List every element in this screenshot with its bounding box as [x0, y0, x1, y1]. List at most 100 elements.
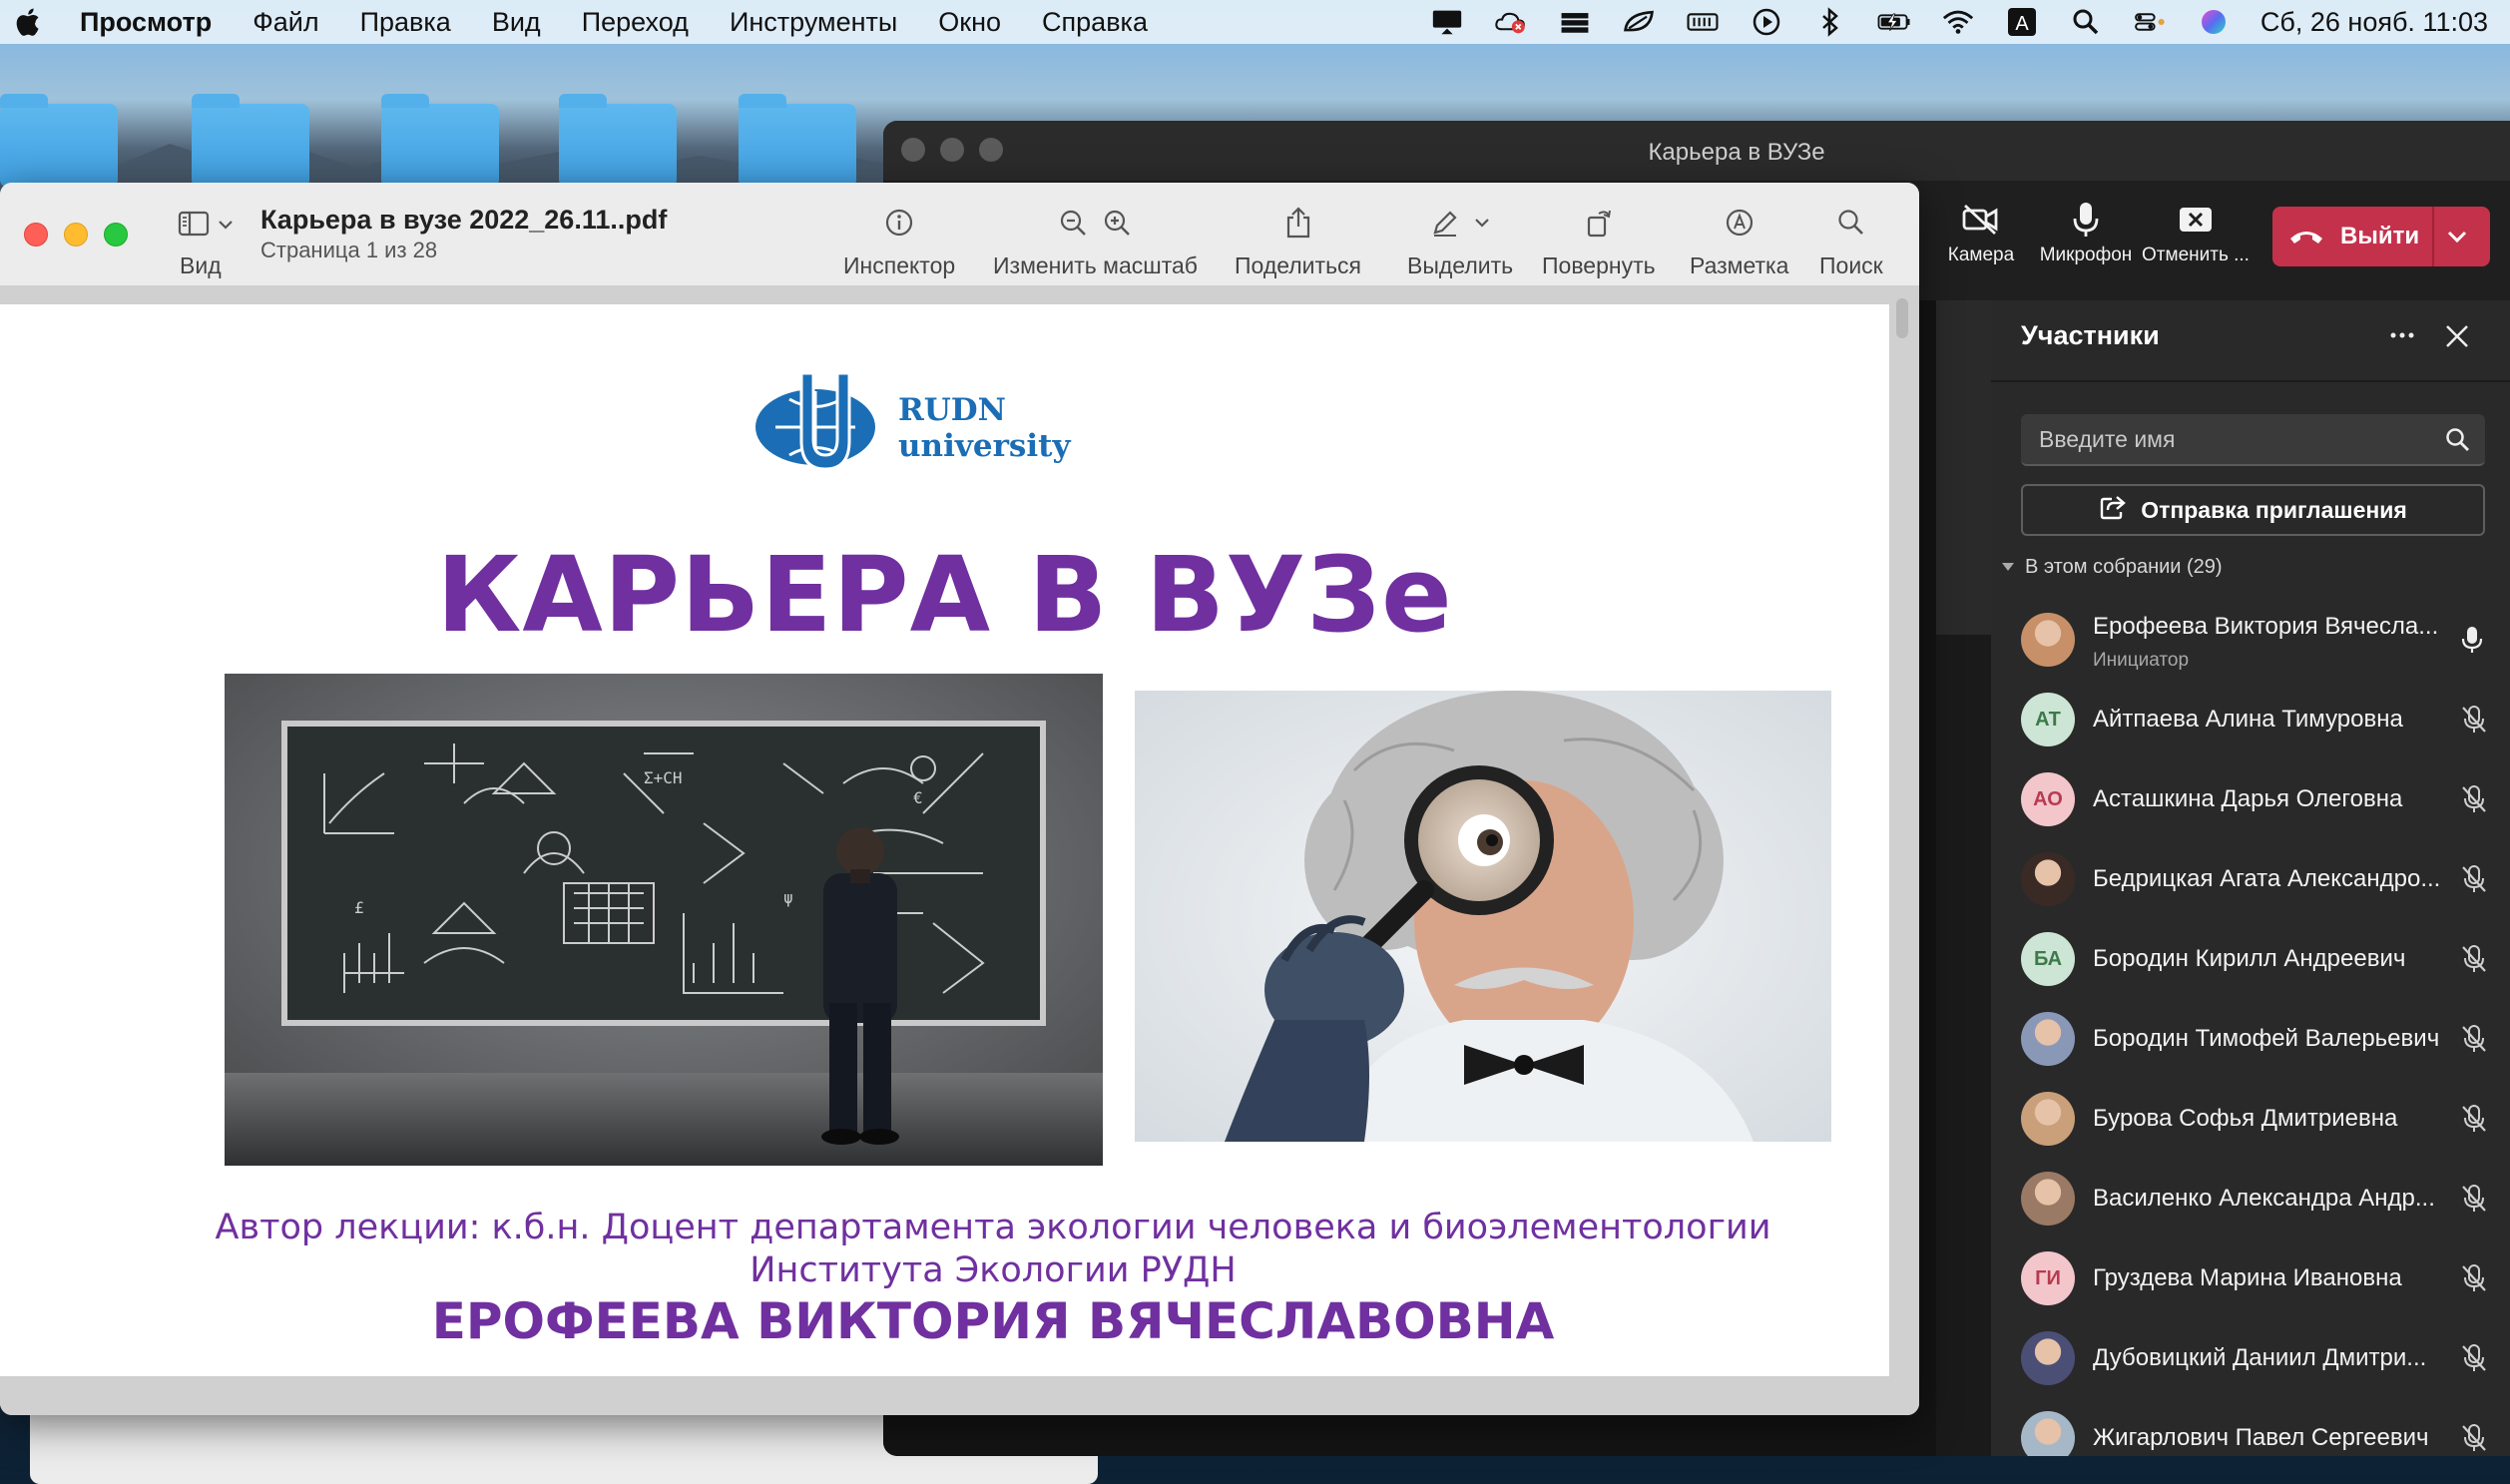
participant-item[interactable]: Василенко Александра Андр... — [1991, 1159, 2510, 1238]
desktop-folder[interactable] — [0, 94, 118, 188]
participant-item[interactable]: ГИ Груздева Марина Ивановна — [1991, 1238, 2510, 1318]
input-source-icon[interactable]: A — [2005, 8, 2039, 36]
avatar: ГИ — [2021, 1251, 2075, 1305]
inspector-button[interactable]: Инспектор — [843, 205, 955, 279]
camera-button[interactable]: Камера — [1926, 201, 2036, 266]
microphone-muted-icon — [2460, 1343, 2488, 1378]
camera-off-icon — [1961, 202, 2001, 244]
menu-window[interactable]: Окно — [938, 7, 1001, 38]
info-icon — [884, 208, 914, 243]
siri-icon[interactable] — [2197, 8, 2231, 36]
participant-item[interactable]: АО Асташкина Дарья Олеговна — [1991, 759, 2510, 839]
desktop-folder[interactable] — [739, 94, 856, 188]
participant-item[interactable]: БА Бородин Кирилл Андреевич — [1991, 919, 2510, 999]
menu-bar: Просмотр Файл Правка Вид Переход Инструм… — [0, 0, 2510, 44]
document-viewport[interactable]: RUDN university КАРЬЕРА В ВУЗе Σ+CH £ ψ … — [0, 286, 1919, 1415]
participant-item[interactable]: АТ Айтпаева Алина Тимуровна — [1991, 680, 2510, 759]
participant-name: Дубовицкий Даниил Дмитри... — [2093, 1344, 2427, 1371]
stop-sharing-label: Отменить ... — [2142, 245, 2250, 265]
caret-down-icon — [2001, 556, 2015, 579]
cloud-error-icon[interactable] — [1494, 8, 1528, 36]
send-invite-button[interactable]: Отправка приглашения — [2021, 484, 2485, 536]
participant-item[interactable]: Бурова Софья Дмитриевна — [1991, 1079, 2510, 1159]
window-zoom-button[interactable] — [104, 223, 128, 247]
microphone-button[interactable]: Микрофон — [2031, 201, 2141, 266]
scrollbar-thumb[interactable] — [1896, 298, 1908, 338]
avatar — [2021, 852, 2075, 906]
highlight-button[interactable]: Выделить — [1407, 205, 1513, 279]
participant-name: Груздева Марина Ивановна — [2093, 1264, 2402, 1291]
menu-edit[interactable]: Правка — [360, 7, 451, 38]
stop-share-icon — [2178, 204, 2214, 242]
stack-icon[interactable] — [1558, 8, 1592, 36]
memory-icon[interactable] — [1686, 8, 1720, 36]
author-line-2: Института Экологии РУДН — [750, 1250, 1237, 1290]
desktop-folder[interactable] — [559, 94, 677, 188]
participant-name: Ерофеева Виктория Вячесла... — [2093, 613, 2439, 640]
control-center-icon[interactable] — [2133, 8, 2167, 36]
rudn-logo — [755, 371, 875, 471]
participant-role: Инициатор — [2093, 650, 2190, 671]
document-title: Карьера в вузе 2022_26.11..pdf — [260, 205, 668, 235]
panel-divider — [1991, 380, 2510, 382]
zoom-in-icon[interactable] — [1102, 208, 1132, 243]
share-button[interactable]: Поделиться — [1235, 205, 1361, 279]
desktop-folder[interactable] — [192, 94, 309, 188]
menu-view[interactable]: Вид — [492, 7, 541, 38]
stop-sharing-button[interactable]: Отменить ... — [2131, 201, 2260, 266]
search-button[interactable]: Поиск — [1819, 205, 1883, 279]
participant-item[interactable]: Бородин Тимофей Валерьевич — [1991, 999, 2510, 1079]
play-icon[interactable] — [1750, 8, 1783, 36]
menu-app-name[interactable]: Просмотр — [80, 7, 212, 38]
leave-meeting-button[interactable]: Выйти — [2272, 207, 2490, 266]
leave-label: Выйти — [2340, 223, 2420, 249]
svg-text:€: € — [913, 788, 923, 807]
menu-go[interactable]: Переход — [582, 7, 689, 38]
battery-icon[interactable] — [1877, 8, 1911, 36]
rotate-button[interactable]: Повернуть — [1542, 205, 1656, 279]
zoom-out-icon[interactable] — [1058, 208, 1088, 243]
participant-item[interactable]: Жигарлович Павел Сергеевич — [1991, 1398, 2510, 1456]
participant-name: Асташкина Дарья Олеговна — [2093, 785, 2403, 812]
window-minimize-button[interactable] — [64, 223, 88, 247]
search-icon[interactable] — [2445, 427, 2471, 458]
markup-icon — [1725, 208, 1755, 243]
desktop-folder[interactable] — [381, 94, 499, 188]
screen-share-icon[interactable] — [1430, 8, 1464, 36]
menu-file[interactable]: Файл — [252, 7, 318, 38]
participant-item[interactable]: Бедрицкая Агата Александро... — [1991, 839, 2510, 919]
window-close-button[interactable] — [24, 223, 48, 247]
chevron-down-icon[interactable] — [1474, 216, 1490, 234]
participant-search-input[interactable] — [2021, 414, 2420, 464]
close-icon[interactable] — [2443, 322, 2471, 355]
bluetooth-icon[interactable] — [1813, 7, 1847, 37]
participant-item[interactable]: Дубовицкий Даниил Дмитри... — [1991, 1318, 2510, 1398]
participant-name: Жигарлович Павел Сергеевич — [2093, 1424, 2429, 1451]
microphone-muted-icon — [2460, 1104, 2488, 1139]
search-icon — [1836, 208, 1866, 243]
sidebar-view-button[interactable] — [178, 211, 234, 242]
menu-clock[interactable]: Сб, 26 нояб. 11:03 — [2260, 7, 2488, 38]
participant-item[interactable]: Ерофеева Виктория Вячесла... Инициатор — [1991, 600, 2510, 680]
participant-name: Бородин Тимофей Валерьевич — [2093, 1025, 2440, 1052]
zoom-button[interactable]: Изменить масштаб — [993, 205, 1198, 279]
spotlight-search-icon[interactable] — [2069, 8, 2103, 36]
avatar — [2021, 1411, 2075, 1456]
avatar: АО — [2021, 772, 2075, 826]
page-indicator: Страница 1 из 28 — [260, 238, 438, 262]
vertical-scrollbar[interactable] — [1894, 294, 1910, 1392]
logo-text-rudn: RUDN — [898, 392, 1007, 428]
leaf-icon[interactable] — [1622, 8, 1656, 36]
menu-tools[interactable]: Инструменты — [730, 7, 897, 38]
markup-label: Разметка — [1690, 252, 1789, 278]
chevron-down-icon[interactable] — [2444, 225, 2470, 253]
microphone-muted-icon — [2460, 944, 2488, 979]
apple-icon[interactable] — [14, 7, 50, 37]
author-line-1: Автор лекции: к.б.н. Доцент департамента… — [215, 1208, 1771, 1247]
more-options-icon[interactable] — [2385, 318, 2419, 357]
menu-help[interactable]: Справка — [1042, 7, 1148, 38]
in-meeting-section[interactable]: В этом собрании (29) — [2001, 556, 2223, 579]
markup-button[interactable]: Разметка — [1690, 205, 1788, 279]
highlight-label: Выделить — [1407, 252, 1514, 278]
wifi-icon[interactable] — [1941, 8, 1975, 36]
